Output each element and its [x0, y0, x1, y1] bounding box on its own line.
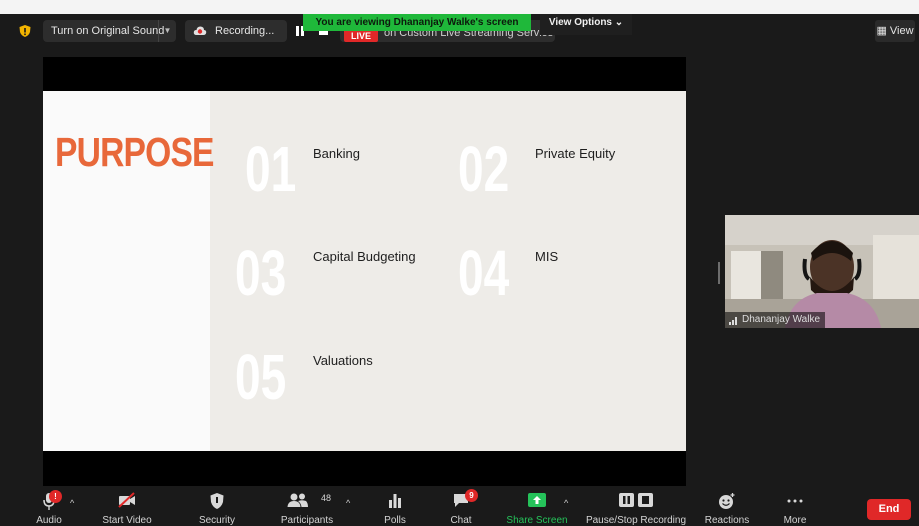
item-label: MIS	[535, 249, 559, 264]
item-number: 02	[458, 133, 510, 205]
reactions-button[interactable]: Reactions	[702, 486, 752, 526]
security-shield-icon[interactable]	[18, 24, 32, 38]
end-meeting-button[interactable]: End	[867, 499, 911, 520]
item-number: 05	[235, 341, 287, 413]
more-dots-icon	[787, 499, 803, 503]
chevron-down-icon[interactable]: ▼	[158, 20, 176, 42]
share-options-chevron-icon[interactable]: ^	[564, 498, 568, 508]
share-screen-button[interactable]: Share Screen	[504, 486, 570, 526]
chevron-down-icon: ⌄	[614, 17, 624, 28]
view-label: View	[889, 25, 914, 37]
reactions-label: Reactions	[704, 515, 750, 526]
shared-screen: PURPOSE 01 Banking 02 Private Equity 03 …	[43, 57, 686, 486]
more-button[interactable]: More	[776, 486, 814, 526]
more-label: More	[783, 515, 807, 526]
pause-stop-recording-label: Pause/Stop Recording	[585, 515, 687, 526]
item-label: Banking	[313, 146, 360, 161]
item-number: 01	[245, 133, 297, 205]
chat-unread-badge: 9	[465, 489, 478, 502]
polls-button[interactable]: Polls	[375, 486, 415, 526]
start-video-button[interactable]: Start Video	[96, 486, 158, 526]
viewing-screen-banner: You are viewing Dhananjay Walke's screen	[303, 14, 531, 31]
item-number: 03	[235, 237, 287, 309]
item-number: 04	[458, 237, 510, 309]
item-label: Capital Budgeting	[313, 249, 416, 264]
view-options-button[interactable]: View Options ⌄	[540, 14, 632, 35]
slide-title: PURPOSE	[55, 129, 214, 175]
signal-strength-icon	[729, 317, 737, 325]
recording-label: Recording...	[215, 25, 275, 37]
video-off-icon	[118, 492, 135, 508]
audio-alert-badge: !	[49, 490, 62, 503]
audio-label: Audio	[36, 515, 62, 526]
reactions-smiley-icon	[719, 493, 735, 509]
grid-view-icon: ▦	[876, 25, 887, 37]
polls-icon	[389, 494, 401, 508]
pause-stop-recording-button[interactable]: Pause/Stop Recording	[583, 486, 689, 526]
start-video-label: Start Video	[102, 515, 152, 526]
original-sound-button[interactable]: Turn on Original Sound ▼	[43, 20, 176, 42]
participants-button[interactable]: Participants	[274, 486, 340, 526]
view-options-label: View Options	[548, 17, 612, 28]
share-screen-label: Share Screen	[506, 515, 568, 526]
participants-options-chevron-icon[interactable]: ^	[346, 498, 350, 508]
recording-indicator[interactable]: Recording...	[185, 20, 287, 42]
zoom-meeting-window: Turn on Original Sound ▼ Recording... LI…	[0, 0, 919, 526]
security-button[interactable]: Security	[193, 486, 241, 526]
security-label: Security	[198, 515, 236, 526]
share-screen-icon	[528, 493, 546, 507]
audio-options-chevron-icon[interactable]: ^	[70, 498, 74, 508]
view-button[interactable]: ▦ View	[875, 20, 915, 42]
participants-label: Participants	[280, 515, 334, 526]
presentation-slide: PURPOSE 01 Banking 02 Private Equity 03 …	[43, 91, 686, 451]
cloud-record-icon	[193, 26, 207, 35]
participant-video-tile[interactable]: Dhananjay Walke	[725, 215, 919, 328]
participant-name: Dhananjay Walke	[742, 314, 821, 325]
audio-button[interactable]: Audio	[26, 486, 72, 526]
original-sound-label: Turn on Original Sound	[51, 25, 165, 37]
shield-icon	[210, 493, 224, 509]
participant-name-tag: Dhananjay Walke	[725, 312, 826, 328]
slide-title-panel: PURPOSE	[43, 91, 214, 451]
participants-icon	[287, 493, 308, 507]
resize-handle[interactable]	[718, 262, 720, 284]
participants-count: 48	[321, 493, 332, 503]
top-strip	[0, 0, 919, 14]
item-label: Private Equity	[535, 146, 616, 161]
chat-label: Chat	[450, 515, 472, 526]
polls-label: Polls	[384, 515, 406, 526]
pause-stop-recording-icon	[619, 493, 653, 507]
item-label: Valuations	[313, 353, 373, 368]
